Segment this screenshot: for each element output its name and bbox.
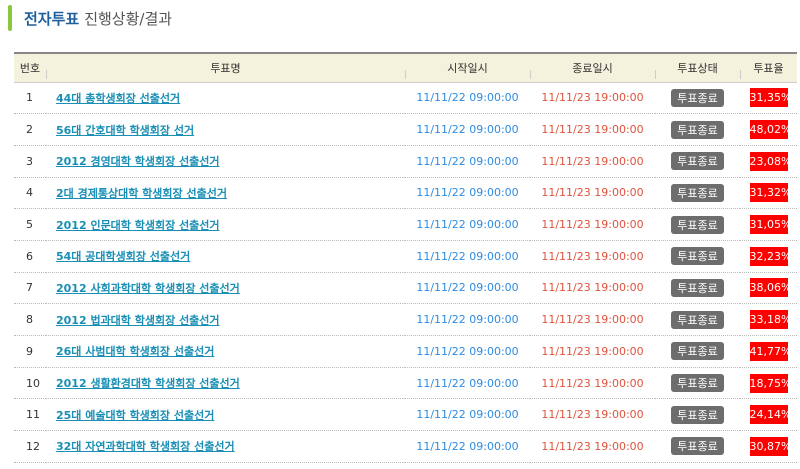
col-rate: 투표율	[740, 53, 797, 82]
status-badge: 투표종료	[671, 278, 724, 297]
row-number: 9	[26, 344, 33, 358]
status-badge: 투표종료	[671, 183, 724, 202]
end-time: 11/11/23 19:00:00	[541, 408, 644, 422]
vote-rate: 24,14%	[749, 405, 791, 425]
end-time: 11/11/23 19:00:00	[541, 123, 644, 137]
table-row: 12 32대 자연과학대학 학생회장 선출선거 11/11/22 09:00:0…	[14, 431, 797, 463]
table-row: 11 25대 예술대학 학생회장 선출선거 11/11/22 09:00:00 …	[14, 399, 797, 431]
status-badge: 투표종료	[671, 88, 724, 107]
row-number: 3	[26, 154, 33, 168]
title-accent-bar	[8, 5, 12, 31]
vote-rate: 31,32%	[749, 183, 791, 203]
vote-rate: 23,08%	[749, 151, 791, 171]
vote-rate: 32,23%	[749, 246, 791, 266]
end-time: 11/11/23 19:00:00	[541, 218, 644, 232]
vote-name-link[interactable]: 2012 인문대학 학생회장 선출선거	[56, 219, 220, 232]
vote-name-link[interactable]: 2012 법과대학 학생회장 선출선거	[56, 314, 220, 327]
vote-name-link[interactable]: 44대 총학생회장 선출선거	[56, 92, 180, 105]
table-row: 4 2대 경제통상대학 학생회장 선출선거 11/11/22 09:00:00 …	[14, 177, 797, 209]
table-row: 10 2012 생활환경대학 학생회장 선출선거 11/11/22 09:00:…	[14, 367, 797, 399]
vote-rate: 31,05%	[749, 215, 791, 235]
row-number: 7	[26, 281, 33, 295]
start-time: 11/11/22 09:00:00	[416, 91, 519, 105]
status-badge: 투표종료	[671, 405, 724, 424]
start-time: 11/11/22 09:00:00	[416, 313, 519, 327]
start-time: 11/11/22 09:00:00	[416, 281, 519, 295]
row-number: 6	[26, 249, 33, 263]
end-time: 11/11/23 19:00:00	[541, 344, 644, 358]
col-status: 투표상태	[655, 53, 740, 82]
vote-rate: 31,35%	[749, 88, 791, 108]
start-time: 11/11/22 09:00:00	[416, 439, 519, 453]
start-time: 11/11/22 09:00:00	[416, 154, 519, 168]
row-number: 5	[26, 218, 33, 232]
row-number: 12	[26, 439, 40, 453]
vote-name-link[interactable]: 26대 사범대학 학생회장 선출선거	[56, 345, 214, 358]
table-row: 2 56대 간호대학 학생회장 선거 11/11/22 09:00:00 11/…	[14, 114, 797, 146]
row-number: 1	[26, 91, 33, 105]
vote-name-link[interactable]: 2대 경제통상대학 학생회장 선출선거	[56, 187, 227, 200]
vote-rate: 30,87%	[749, 436, 791, 456]
row-number: 8	[26, 313, 33, 327]
status-badge: 투표종료	[671, 120, 724, 139]
title-rest: 진행상황/결과	[84, 9, 173, 28]
table-header: 번호 투표명 시작일시 종료일시 투표상태 투표율	[14, 53, 797, 82]
vote-rate: 18,75%	[749, 373, 791, 393]
row-number: 4	[26, 186, 33, 200]
row-number: 10	[26, 376, 40, 390]
start-time: 11/11/22 09:00:00	[416, 408, 519, 422]
col-end: 종료일시	[530, 53, 655, 82]
end-time: 11/11/23 19:00:00	[541, 91, 644, 105]
end-time: 11/11/23 19:00:00	[541, 186, 644, 200]
status-badge: 투표종료	[671, 342, 724, 361]
table-row: 8 2012 법과대학 학생회장 선출선거 11/11/22 09:00:00 …	[14, 304, 797, 336]
vote-name-link[interactable]: 2012 생활환경대학 학생회장 선출선거	[56, 377, 240, 390]
start-time: 11/11/22 09:00:00	[416, 249, 519, 263]
start-time: 11/11/22 09:00:00	[416, 218, 519, 232]
row-number: 11	[26, 408, 40, 422]
table-row: 1 44대 총학생회장 선출선거 11/11/22 09:00:00 11/11…	[14, 82, 797, 114]
vote-name-link[interactable]: 2012 사회과학대학 학생회장 선출선거	[56, 282, 240, 295]
start-time: 11/11/22 09:00:00	[416, 123, 519, 137]
vote-name-link[interactable]: 2012 경영대학 학생회장 선출선거	[56, 155, 220, 168]
page-title: 전자투표 진행상황/결과	[8, 5, 172, 31]
end-time: 11/11/23 19:00:00	[541, 154, 644, 168]
end-time: 11/11/23 19:00:00	[541, 281, 644, 295]
table-row: 7 2012 사회과학대학 학생회장 선출선거 11/11/22 09:00:0…	[14, 272, 797, 304]
vote-name-link[interactable]: 54대 공대학생회장 선출선거	[56, 250, 190, 263]
vote-name-link[interactable]: 32대 자연과학대학 학생회장 선출선거	[56, 440, 235, 453]
col-no: 번호	[19, 61, 41, 75]
status-badge: 투표종료	[671, 437, 724, 456]
col-name: 투표명	[46, 53, 405, 82]
start-time: 11/11/22 09:00:00	[416, 344, 519, 358]
status-badge: 투표종료	[671, 310, 724, 329]
table-row: 3 2012 경영대학 학생회장 선출선거 11/11/22 09:00:00 …	[14, 145, 797, 178]
status-badge: 투표종료	[671, 247, 724, 266]
title-highlight: 전자투표	[24, 9, 80, 28]
end-time: 11/11/23 19:00:00	[541, 439, 644, 453]
vote-rate: 33,18%	[749, 310, 791, 330]
start-time: 11/11/22 09:00:00	[416, 186, 519, 200]
start-time: 11/11/22 09:00:00	[416, 376, 519, 390]
vote-rate: 48,02%	[749, 120, 791, 140]
vote-name-link[interactable]: 25대 예술대학 학생회장 선출선거	[56, 409, 214, 422]
end-time: 11/11/23 19:00:00	[541, 376, 644, 390]
table-row: 5 2012 인문대학 학생회장 선출선거 11/11/22 09:00:00 …	[14, 209, 797, 241]
status-badge: 투표종료	[671, 374, 724, 393]
end-time: 11/11/23 19:00:00	[541, 249, 644, 263]
col-start: 시작일시	[405, 53, 530, 82]
status-badge: 투표종료	[671, 152, 724, 171]
vote-name-link[interactable]: 56대 간호대학 학생회장 선거	[56, 124, 194, 137]
row-number: 2	[26, 123, 33, 137]
end-time: 11/11/23 19:00:00	[541, 313, 644, 327]
vote-rate: 38,06%	[749, 278, 791, 298]
vote-table: 번호 투표명 시작일시 종료일시 투표상태 투표율 1 44대 총학생회장 선출…	[14, 52, 797, 463]
table-row: 6 54대 공대학생회장 선출선거 11/11/22 09:00:00 11/1…	[14, 240, 797, 273]
table-row: 9 26대 사범대학 학생회장 선출선거 11/11/22 09:00:00 1…	[14, 336, 797, 368]
vote-rate: 41,77%	[749, 341, 791, 361]
status-badge: 투표종료	[671, 215, 724, 234]
